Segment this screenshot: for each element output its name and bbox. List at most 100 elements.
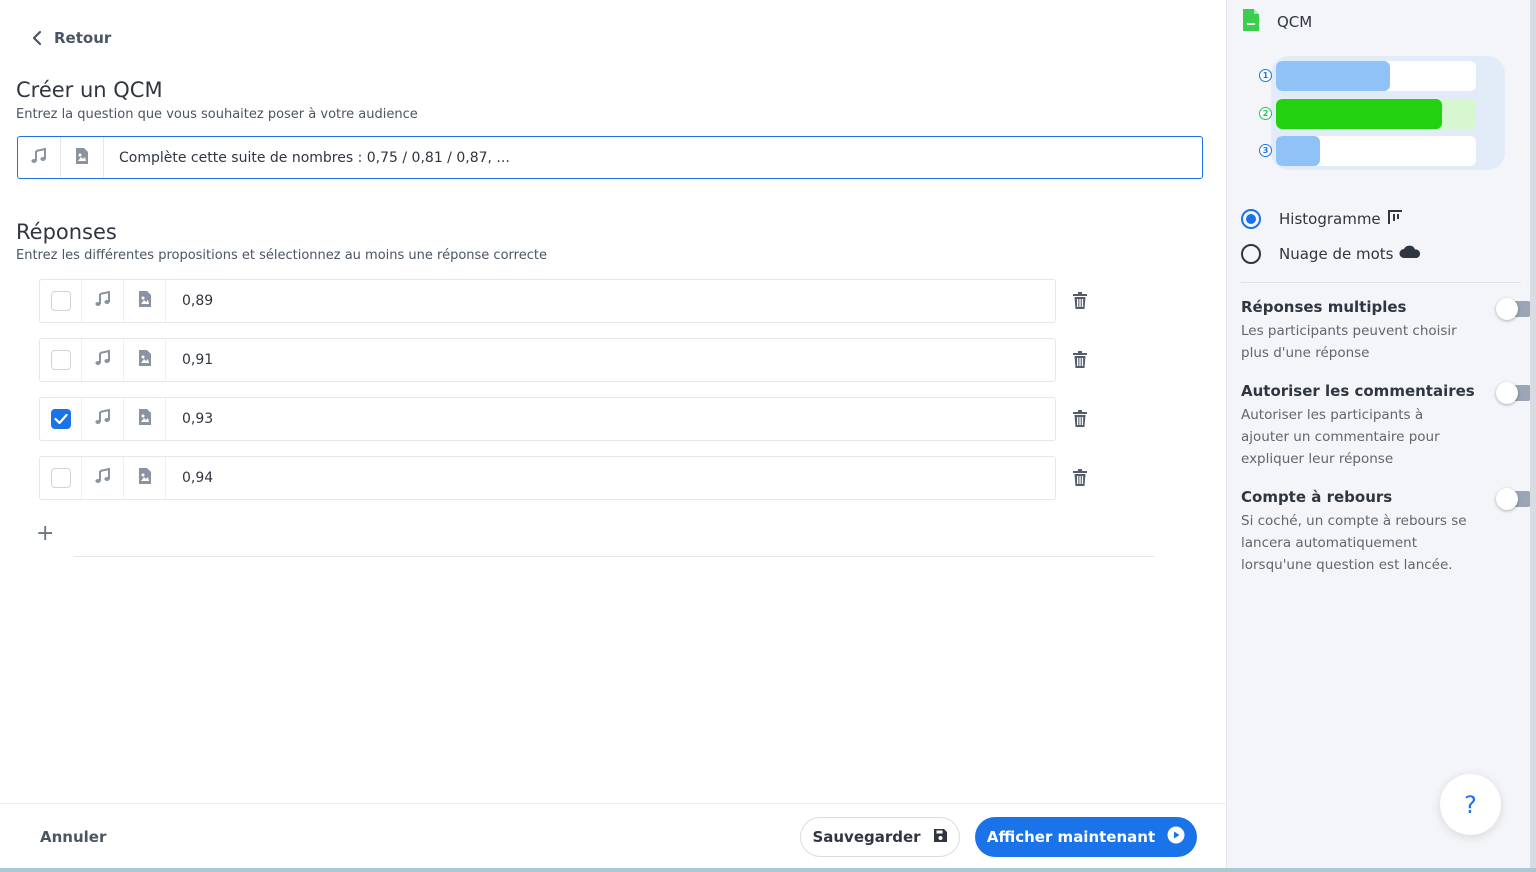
preview-bar-track	[1276, 99, 1476, 129]
answer-audio-button[interactable]	[82, 457, 124, 499]
scrollbar[interactable]	[1530, 0, 1536, 868]
display-mode-label-wrap: Nuage de mots	[1279, 245, 1421, 263]
image-file-icon	[137, 467, 153, 489]
answer-correct-checkbox[interactable]	[50, 409, 71, 429]
question-type-header: QCM	[1241, 8, 1312, 36]
answer-correct-checkbox[interactable]	[50, 291, 71, 311]
image-file-icon	[137, 290, 153, 312]
answer-image-button[interactable]	[124, 398, 166, 440]
answer-correct-cell	[40, 339, 82, 381]
image-file-icon	[137, 349, 153, 371]
preview-bar-number: 3	[1259, 144, 1272, 157]
setting-option: Autoriser les commentaires Autoriser les …	[1241, 382, 1535, 470]
answers-title: Réponses	[16, 220, 117, 244]
preview-bar-fill	[1276, 99, 1442, 129]
answer-audio-button[interactable]	[82, 339, 124, 381]
answer-row: 0,89	[39, 279, 1087, 323]
answer-row: 0,94	[39, 456, 1087, 500]
settings-divider	[1241, 282, 1521, 283]
answers-hint: Entrez les différentes propositions et s…	[16, 248, 547, 263]
display-mode-label-wrap: Histogramme	[1279, 209, 1403, 229]
back-button[interactable]: Retour	[30, 28, 111, 48]
show-now-button[interactable]: Afficher maintenant	[975, 817, 1197, 857]
answer-row: 0,91	[39, 338, 1087, 382]
preview-bar-row: 1	[1251, 61, 1481, 91]
setting-title: Réponses multiples	[1241, 298, 1407, 316]
play-circle-icon	[1167, 826, 1185, 848]
preview-bar-number: 1	[1259, 69, 1272, 82]
display-mode-label: Histogramme	[1279, 210, 1381, 228]
answers-list: 0,89 0,91 0,93 0,94	[39, 279, 1087, 515]
question-audio-button[interactable]	[18, 137, 61, 178]
display-mode-label: Nuage de mots	[1279, 245, 1394, 263]
save-button[interactable]: Sauvegarder	[800, 817, 960, 857]
answer-correct-cell	[40, 457, 82, 499]
question-type-label: QCM	[1277, 13, 1313, 31]
preview-bar-row: 3	[1251, 136, 1481, 166]
answer-text[interactable]: 0,89	[166, 280, 1055, 322]
music-note-icon	[30, 147, 48, 169]
preview-bar-row: 2	[1251, 99, 1481, 129]
delete-answer-button[interactable]	[1070, 468, 1090, 490]
music-note-icon	[94, 290, 112, 312]
answer-audio-button[interactable]	[82, 280, 124, 322]
display-mode-option[interactable]: Histogramme	[1241, 209, 1403, 229]
answer-image-button[interactable]	[124, 339, 166, 381]
answer-correct-cell	[40, 398, 82, 440]
answer-correct-cell	[40, 280, 82, 322]
trash-icon	[1073, 409, 1087, 431]
preview-bar-track	[1276, 136, 1476, 166]
question-field[interactable]: Complète cette suite de nombres : 0,75 /…	[17, 136, 1203, 179]
music-note-icon	[94, 349, 112, 371]
image-file-icon	[74, 147, 90, 169]
floppy-disk-icon	[933, 828, 948, 847]
image-file-icon	[137, 408, 153, 430]
answer-image-button[interactable]	[124, 280, 166, 322]
preview-bar-fill	[1276, 61, 1390, 91]
trash-icon	[1073, 350, 1087, 372]
answer-audio-button[interactable]	[82, 398, 124, 440]
add-answer-divider	[74, 556, 1154, 557]
trash-icon	[1073, 468, 1087, 490]
preview-bar-fill	[1276, 136, 1320, 166]
question-image-button[interactable]	[61, 137, 104, 178]
question-hint: Entrez la question que vous souhaitez po…	[16, 107, 418, 122]
bar-chart-icon	[1387, 209, 1403, 229]
help-button[interactable]: ?	[1440, 774, 1501, 835]
trash-icon	[1073, 291, 1087, 313]
checkmark-icon	[53, 410, 68, 429]
answer-text[interactable]: 0,94	[166, 457, 1055, 499]
answer-text[interactable]: 0,91	[166, 339, 1055, 381]
display-mode-radio[interactable]	[1241, 209, 1261, 229]
delete-answer-button[interactable]	[1070, 409, 1090, 431]
setting-title: Autoriser les commentaires	[1241, 382, 1475, 400]
preview-bar-number: 2	[1259, 107, 1272, 120]
setting-description: Les participants peuvent choisir plus d'…	[1241, 323, 1457, 361]
page-title: Créer un QCM	[16, 78, 163, 102]
delete-answer-button[interactable]	[1070, 291, 1090, 313]
show-now-label: Afficher maintenant	[986, 828, 1156, 846]
cloud-icon	[1399, 245, 1421, 263]
answer-text[interactable]: 0,93	[166, 398, 1055, 440]
display-mode-radio[interactable]	[1241, 244, 1261, 264]
question-text[interactable]: Complète cette suite de nombres : 0,75 /…	[104, 137, 1202, 178]
footer-bar: Annuler Sauvegarder Afficher maintenant	[0, 803, 1226, 872]
save-label: Sauvegarder	[812, 828, 921, 846]
display-mode-option[interactable]: Nuage de mots	[1241, 244, 1421, 264]
setting-description: Si coché, un compte à rebours se lancera…	[1241, 513, 1467, 573]
add-answer-button[interactable]: +	[36, 523, 54, 545]
cancel-button[interactable]: Annuler	[40, 828, 106, 846]
chevron-left-icon	[30, 28, 44, 48]
setting-option: Réponses multiples Les participants peuve…	[1241, 298, 1535, 364]
setting-title: Compte à rebours	[1241, 488, 1393, 506]
back-label: Retour	[54, 29, 112, 47]
delete-answer-button[interactable]	[1070, 350, 1090, 372]
setting-option: Compte à rebours Si coché, un compte à re…	[1241, 488, 1535, 576]
answer-correct-checkbox[interactable]	[50, 468, 71, 488]
setting-description: Autoriser les participants à ajouter un …	[1241, 407, 1440, 467]
music-note-icon	[94, 408, 112, 430]
answer-correct-checkbox[interactable]	[50, 350, 71, 370]
window-bottom-border	[0, 868, 1536, 872]
answer-image-button[interactable]	[124, 457, 166, 499]
preview-bar-track	[1276, 61, 1476, 91]
